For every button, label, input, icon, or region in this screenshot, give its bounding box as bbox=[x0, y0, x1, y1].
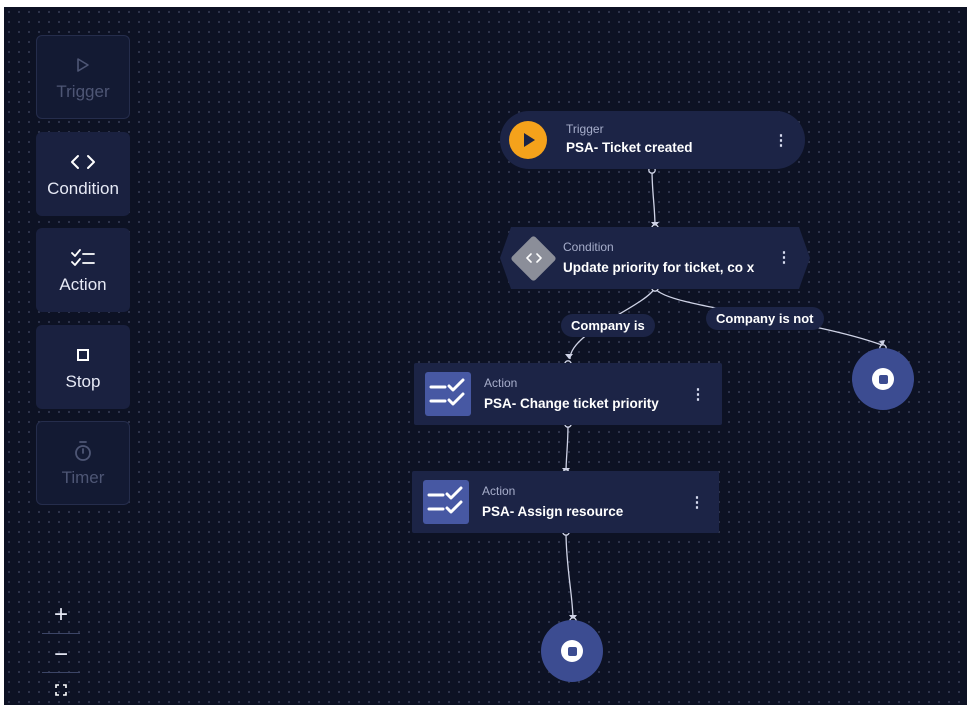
branch-label-true[interactable]: Company is bbox=[561, 314, 655, 337]
checklist-icon bbox=[423, 480, 469, 524]
palette-condition-label: Condition bbox=[47, 179, 119, 198]
action-node[interactable]: Action PSA- Change ticket priority ⋮ bbox=[414, 363, 722, 425]
fit-screen-icon bbox=[55, 683, 67, 701]
palette-stop-label: Stop bbox=[65, 372, 101, 391]
palette-stop-button[interactable]: Stop bbox=[36, 325, 130, 409]
branch-label-false[interactable]: Company is not bbox=[706, 307, 824, 330]
checklist-icon bbox=[425, 372, 471, 416]
palette-trigger-button[interactable]: Trigger bbox=[36, 35, 130, 119]
node-title: PSA- Assign resource bbox=[482, 504, 624, 519]
edge-action2-stop bbox=[565, 531, 574, 621]
palette-action-button[interactable]: Action bbox=[36, 228, 130, 312]
kebab-menu-icon[interactable]: ⋮ bbox=[777, 248, 792, 266]
edge-action1-action2 bbox=[565, 423, 569, 474]
stopwatch-icon bbox=[73, 438, 93, 464]
node-title: PSA- Ticket created bbox=[566, 140, 693, 155]
action-node[interactable]: Action PSA- Assign resource ⋮ bbox=[412, 471, 719, 533]
zoom-divider bbox=[42, 633, 80, 634]
zoom-divider bbox=[42, 672, 80, 673]
stop-square-icon bbox=[76, 342, 90, 368]
stop-circle-icon bbox=[872, 368, 894, 390]
palette-timer-label: Timer bbox=[61, 468, 105, 487]
code-brackets-icon bbox=[519, 246, 548, 270]
node-kind-label: Action bbox=[482, 484, 516, 498]
node-kind-label: Condition bbox=[563, 240, 614, 254]
node-title: PSA- Change ticket priority bbox=[484, 396, 659, 411]
zoom-in-button[interactable]: + bbox=[42, 601, 80, 628]
node-kind-label: Action bbox=[484, 376, 518, 390]
code-brackets-icon bbox=[70, 149, 96, 175]
palette-condition-button[interactable]: Condition bbox=[36, 132, 130, 216]
kebab-menu-icon[interactable]: ⋮ bbox=[691, 385, 706, 403]
palette-trigger-label: Trigger bbox=[56, 82, 110, 101]
workflow-edges bbox=[562, 166, 887, 625]
checklist-icon bbox=[70, 245, 96, 271]
condition-node[interactable]: Condition Update priority for ticket, co… bbox=[500, 227, 810, 289]
workflow-canvas[interactable]: Trigger Condition Action Stop Timer + − bbox=[4, 7, 967, 705]
palette-timer-button[interactable]: Timer bbox=[36, 421, 130, 505]
play-outline-icon bbox=[76, 52, 90, 78]
node-title: Update priority for ticket, co x bbox=[563, 260, 755, 275]
kebab-menu-icon[interactable]: ⋮ bbox=[690, 493, 705, 511]
fit-view-button[interactable] bbox=[42, 683, 80, 701]
stop-circle-icon bbox=[561, 640, 583, 662]
arrowhead bbox=[565, 354, 573, 359]
kebab-menu-icon[interactable]: ⋮ bbox=[774, 131, 789, 149]
stop-node[interactable] bbox=[541, 620, 603, 682]
play-icon bbox=[509, 121, 547, 159]
stop-node[interactable] bbox=[852, 348, 914, 410]
node-kind-label: Trigger bbox=[566, 122, 604, 136]
zoom-out-button[interactable]: − bbox=[42, 641, 80, 668]
edge-trigger-condition bbox=[651, 169, 656, 228]
trigger-node[interactable]: Trigger PSA- Ticket created ⋮ bbox=[500, 111, 805, 169]
palette-action-label: Action bbox=[59, 275, 107, 294]
